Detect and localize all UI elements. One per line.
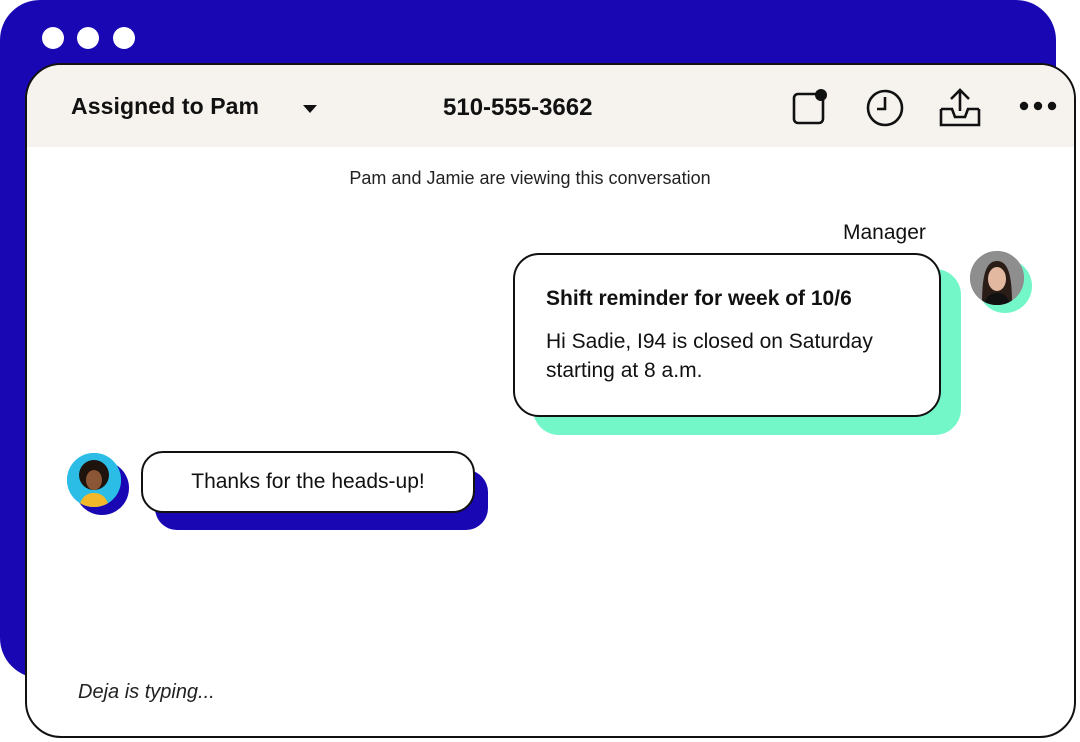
more-icon[interactable] <box>1019 99 1057 113</box>
typing-indicator: Deja is typing... <box>78 681 215 703</box>
manager-avatar <box>970 251 1032 313</box>
inbox-upload-icon[interactable] <box>938 87 982 129</box>
sender-label: Manager <box>843 221 926 244</box>
incoming-message-bubble: Thanks for the heads-up! <box>141 451 475 513</box>
customer-avatar-photo <box>67 453 121 507</box>
conversation-header: Assigned to Pam 510-555-3662 <box>27 65 1074 147</box>
assignment-dropdown-label[interactable]: Assigned to Pam <box>71 93 259 120</box>
window-dot-3 <box>113 27 135 49</box>
customer-avatar <box>67 453 129 515</box>
phone-number: 510-555-3662 <box>443 94 593 121</box>
message-body: Hi Sadie, I94 is closed on Saturday star… <box>546 330 873 382</box>
message-title: Shift reminder for week of 10/6 <box>546 287 852 310</box>
clock-icon[interactable] <box>864 87 906 129</box>
conversation-window: Assigned to Pam 510-555-3662 Pam and Jam… <box>25 63 1076 738</box>
manager-avatar-photo <box>970 251 1024 305</box>
window-dot-1 <box>42 27 64 49</box>
outgoing-message-bubble: Shift reminder for week of 10/6 Hi Sadie… <box>513 253 941 417</box>
new-note-icon[interactable] <box>792 87 830 127</box>
chevron-down-icon[interactable] <box>303 105 317 113</box>
viewing-status: Pam and Jamie are viewing this conversat… <box>349 168 711 188</box>
window-dot-2 <box>77 27 99 49</box>
